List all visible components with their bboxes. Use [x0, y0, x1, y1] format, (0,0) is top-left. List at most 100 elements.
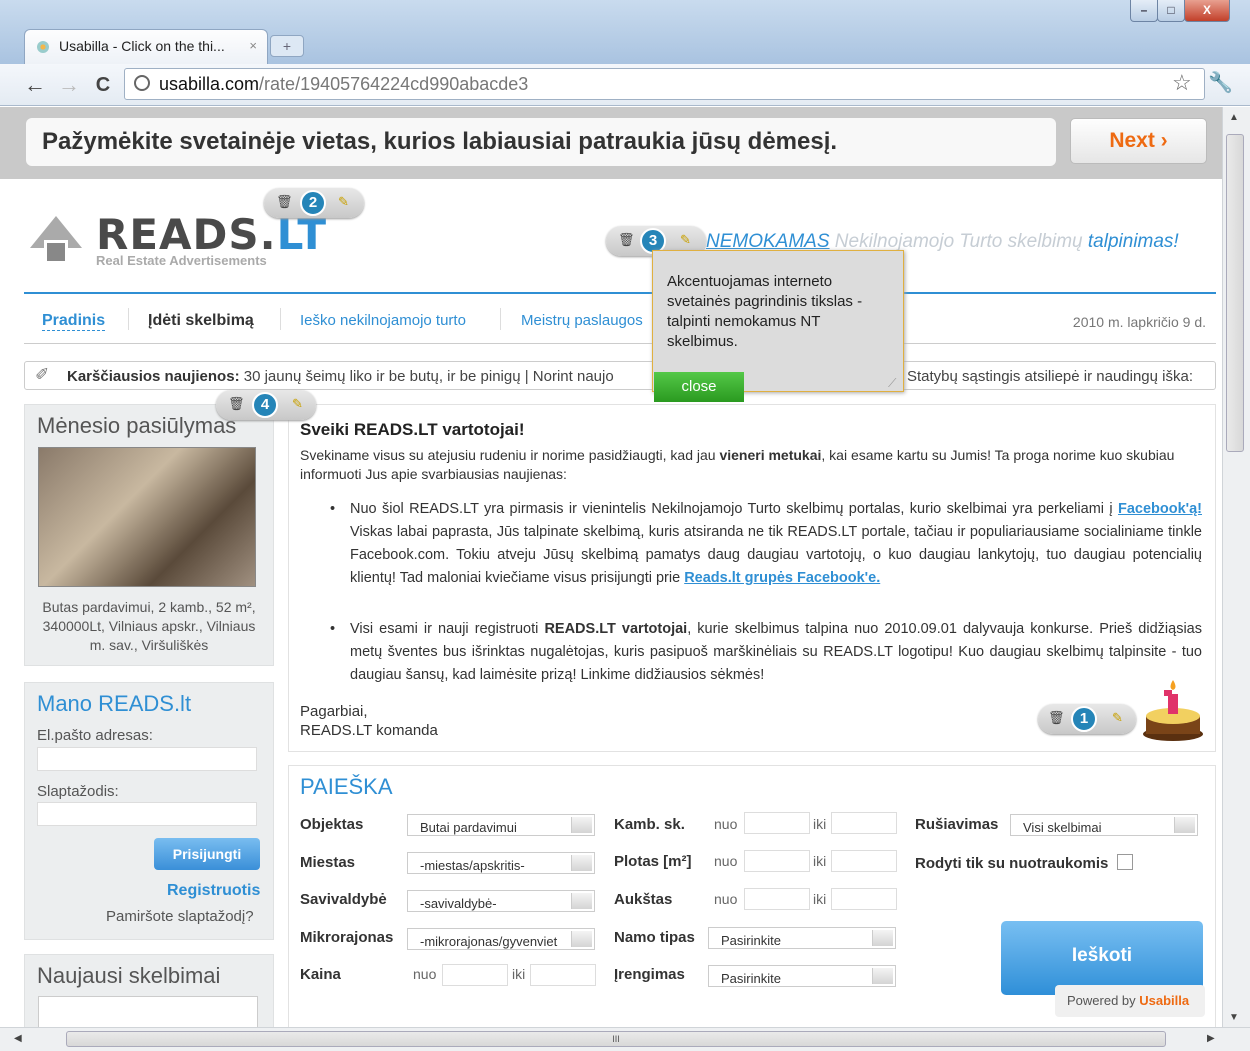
marker-1[interactable]: 🗑 1 ✎ — [1038, 704, 1136, 734]
rooms-from-input[interactable] — [744, 812, 810, 834]
price-from-input[interactable] — [442, 964, 508, 986]
welcome-signature: Pagarbiai, READS.LT komanda — [300, 702, 438, 740]
scroll-down-icon[interactable]: ▼ — [1229, 1012, 1239, 1023]
trash-icon[interactable]: 🗑 — [1048, 710, 1065, 726]
tab-close-icon[interactable]: × — [249, 38, 257, 53]
price-label: Kaina — [300, 966, 341, 983]
news-item[interactable]: 30 jaunų šeimų liko ir be butų, ir be pi… — [244, 368, 614, 385]
municipality-select[interactable]: -savivaldybė- — [407, 890, 595, 912]
powered-prefix: Powered by — [1067, 993, 1140, 1008]
address-bar[interactable]: usabilla.com/rate/19405764224cd990abacde… — [124, 68, 1205, 100]
facebook-link[interactable]: Facebook'ą! — [1118, 501, 1202, 517]
news-item[interactable]: Statybų sąstingis atsiliepė ir naudingų … — [907, 368, 1193, 385]
minimize-button[interactable]: – — [1130, 0, 1158, 22]
site-date: 2010 m. lapkričio 9 d. — [1072, 314, 1206, 330]
slogan-end: talpinimas! — [1087, 231, 1179, 252]
welcome-title: Sveiki READS.LT vartotojai! — [300, 420, 525, 439]
search-button[interactable]: Ieškoti — [1001, 921, 1203, 995]
maximize-button[interactable]: □ — [1157, 0, 1185, 22]
forgot-password-link[interactable]: Pamiršote slaptažodį? — [106, 908, 254, 925]
city-select[interactable]: -miestas/apskritis- — [407, 852, 595, 874]
powered-by-usabilla[interactable]: Powered by Usabilla — [1055, 985, 1205, 1017]
latest-ads-title: Naujausi skelbimai — [37, 963, 221, 988]
scroll-left-icon[interactable]: ◀ — [14, 1033, 22, 1044]
photos-only-label: Rodyti tik su nuotraukomis — [915, 855, 1109, 872]
tab-title: Usabilla - Click on the thi... — [59, 38, 225, 54]
marker-2[interactable]: 🗑 2 ✎ — [264, 188, 364, 218]
new-tab-button[interactable]: + — [270, 35, 304, 57]
slogan-middle: Nekilnojamojo Turto skelbimų — [829, 231, 1088, 252]
object-select[interactable]: Butai pardavimui — [407, 814, 595, 836]
trash-icon[interactable]: 🗑 — [276, 194, 293, 210]
floor-from-label: nuo — [714, 891, 738, 907]
district-select[interactable]: -mikrorajonas/gyvenviet — [407, 928, 595, 950]
email-label: El.pašto adresas: — [37, 727, 153, 744]
marker-number: 1 — [1071, 706, 1097, 732]
comment-text[interactable]: Akcentuojamas interneto svetainės pagrin… — [667, 272, 893, 352]
news-bullet-2: Visi esami ir nauji registruoti READS.LT… — [330, 618, 1202, 687]
scroll-right-icon[interactable]: ▶ — [1207, 1033, 1215, 1044]
bookmark-star-icon[interactable]: ☆ — [1172, 70, 1192, 96]
area-to-label: iki — [813, 853, 827, 869]
reload-icon[interactable]: C — [90, 74, 116, 97]
marker-4[interactable]: 🗑 4 ✎ — [216, 390, 316, 420]
birthday-cake-icon — [1143, 680, 1203, 741]
floor-to-input[interactable] — [831, 888, 897, 910]
nav-services[interactable]: Meistrų paslaugos — [521, 312, 643, 329]
register-link[interactable]: Registruotis — [167, 882, 260, 900]
facebook-group-link[interactable]: Reads.lt grupės Facebook'e. — [684, 570, 880, 586]
window-close-button[interactable]: X — [1184, 0, 1230, 22]
floor-from-input[interactable] — [744, 888, 810, 910]
signature-line: Pagarbiai, — [300, 703, 368, 720]
wrench-icon[interactable]: 🔧 — [1208, 70, 1233, 95]
popup-close-button[interactable]: close — [654, 372, 744, 402]
nav-add-ad[interactable]: Įdėti skelbimą — [148, 312, 254, 330]
news-bullet-1: Nuo šiol READS.LT yra pirmasis ir vienin… — [330, 498, 1202, 590]
rooms-from-label: nuo — [714, 816, 738, 832]
sort-select[interactable]: Visi skelbimai — [1010, 814, 1198, 836]
price-from-label: nuo — [413, 966, 437, 982]
area-from-input[interactable] — [744, 850, 810, 872]
trash-icon[interactable]: 🗑 — [228, 396, 245, 412]
logo-text: READS. — [96, 210, 277, 259]
intro-text: Svekiname visus su atejusiu rudeniu ir n… — [300, 447, 720, 463]
forward-icon[interactable]: → — [56, 72, 82, 98]
note-icon[interactable]: ✎ — [338, 194, 349, 210]
note-icon[interactable]: ✎ — [1112, 710, 1123, 726]
photos-only-checkbox[interactable] — [1117, 854, 1133, 870]
usabilla-question: Pažymėkite svetainėje vietas, kurios lab… — [26, 118, 1056, 166]
object-label: Objektas — [300, 816, 364, 833]
logo-subtitle: Real Estate Advertisements — [96, 253, 267, 268]
area-label: Plotas [m²] — [614, 853, 692, 870]
price-to-input[interactable] — [530, 964, 596, 986]
offer-description[interactable]: Butas pardavimui, 2 kamb., 52 m², 340000… — [34, 598, 264, 655]
nav-search-property[interactable]: Ieško nekilnojamojo turto — [300, 312, 466, 329]
house-type-select[interactable]: Pasirinkite — [708, 927, 896, 949]
login-title: Mano READS.lt — [37, 691, 192, 716]
rooms-to-input[interactable] — [831, 812, 897, 834]
scroll-up-icon[interactable]: ▲ — [1229, 112, 1239, 123]
next-button[interactable]: Next › — [1070, 118, 1207, 164]
note-icon[interactable]: ✎ — [292, 396, 303, 412]
resize-grip-icon[interactable]: ⟋ — [888, 376, 896, 391]
email-field[interactable] — [37, 747, 257, 771]
password-field[interactable] — [37, 802, 257, 826]
area-to-input[interactable] — [831, 850, 897, 872]
note-icon[interactable]: ✎ — [680, 232, 691, 248]
login-button[interactable]: Prisijungti — [154, 838, 260, 870]
back-icon[interactable]: ← — [22, 72, 48, 98]
fitting-select[interactable]: Pasirinkite — [708, 965, 896, 987]
bullet-bold: READS.LT vartotojai — [544, 621, 688, 637]
pencil-icon: ✐ — [35, 365, 50, 384]
trash-icon[interactable]: 🗑 — [618, 232, 635, 248]
house-type-label: Namo tipas — [614, 929, 695, 946]
vertical-scroll-thumb[interactable] — [1226, 134, 1244, 452]
horizontal-scroll-thumb[interactable]: III — [66, 1031, 1166, 1047]
browser-tab[interactable]: Usabilla - Click on the thi... × — [24, 29, 268, 64]
password-label: Slaptažodis: — [37, 783, 119, 800]
marker-number: 2 — [300, 190, 326, 216]
nav-home[interactable]: Pradinis — [42, 312, 106, 331]
search-title: PAIEŠKA — [300, 774, 393, 799]
offer-photo[interactable] — [38, 447, 256, 587]
news-label: Karščiausios naujienos: — [67, 368, 240, 385]
